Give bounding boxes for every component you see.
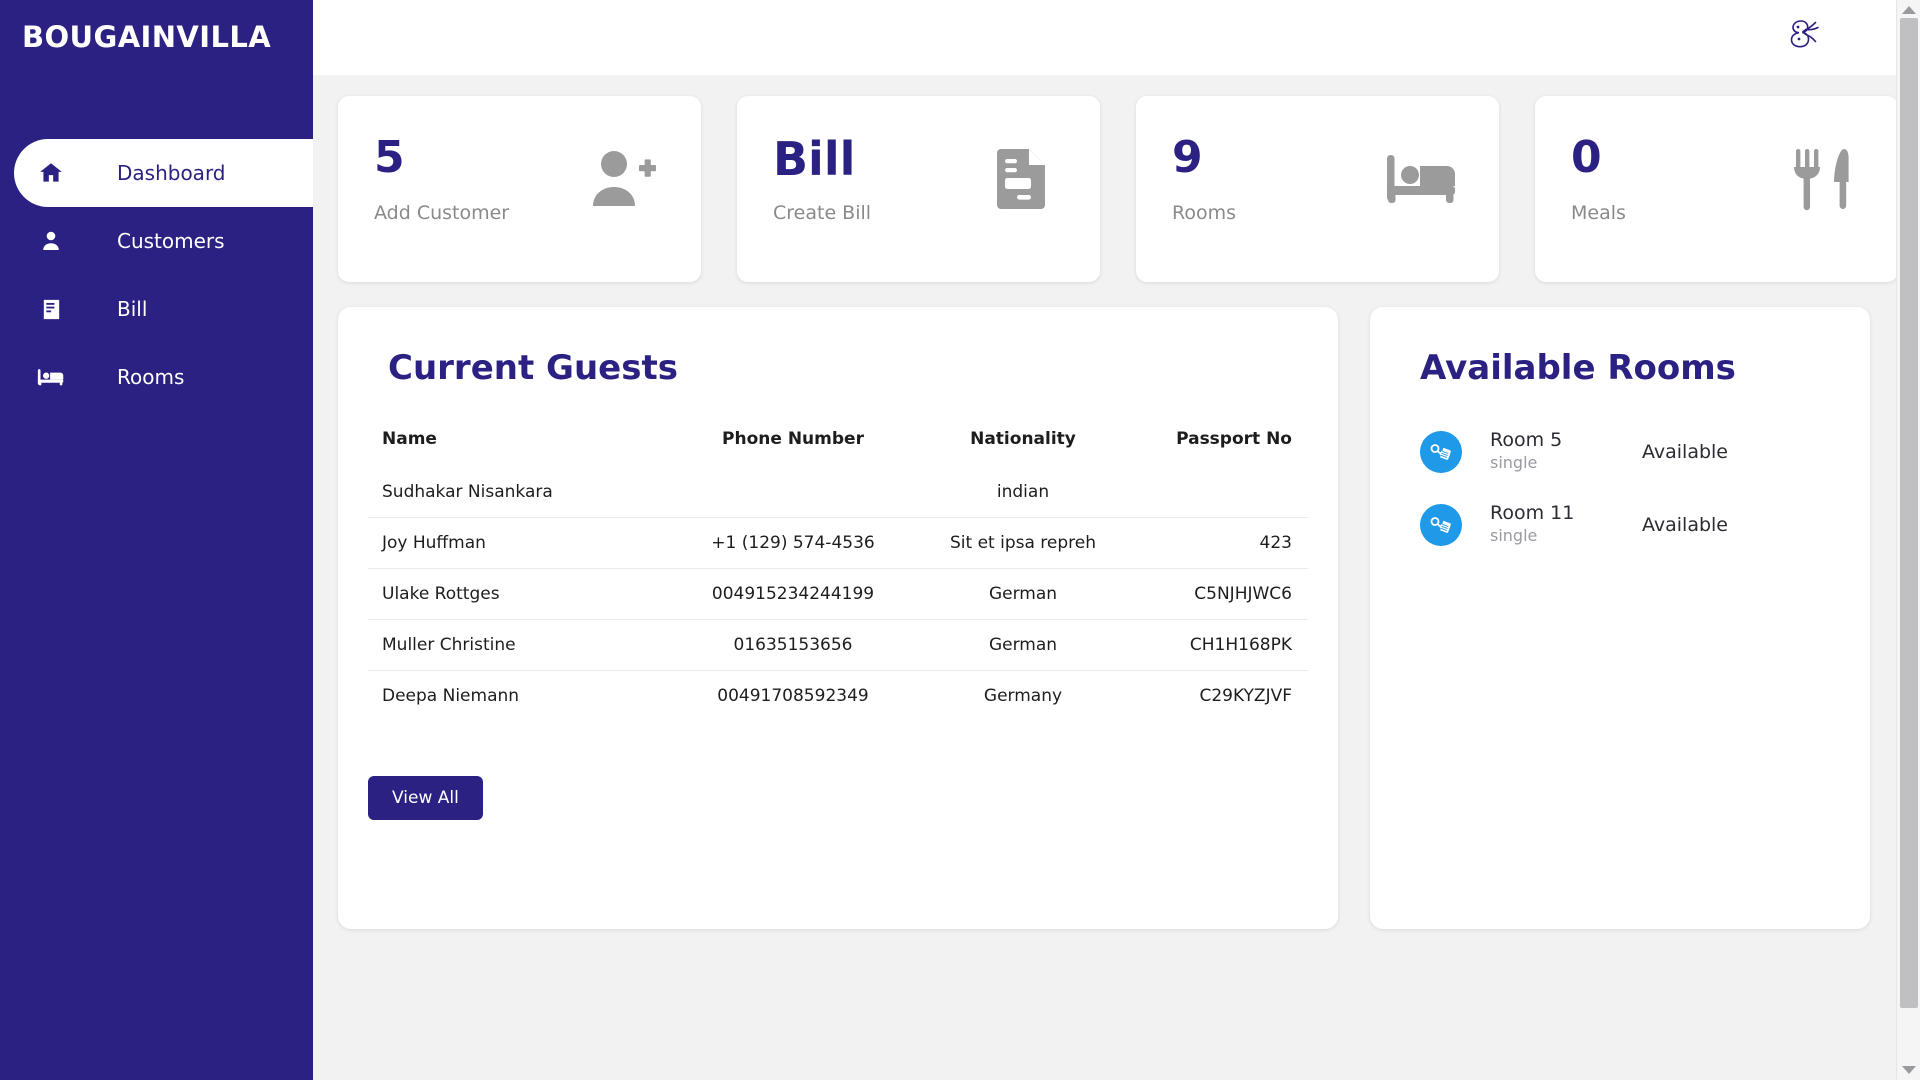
column-header-phone: Phone Number (722, 429, 864, 449)
room-info: Room 11 single (1490, 502, 1642, 547)
sidebar-item-rooms[interactable]: Rooms (0, 343, 313, 411)
stat-value-create-bill: Bill (773, 132, 856, 186)
home-icon (36, 158, 66, 188)
cell-name: Muller Christine (368, 619, 668, 671)
person-icon (36, 226, 66, 256)
sidebar-item-dashboard[interactable]: Dashboard (14, 139, 313, 207)
stat-value-rooms: 9 (1172, 132, 1203, 183)
sidebar-item-customers[interactable]: Customers (0, 207, 313, 275)
stat-value-meals: 0 (1571, 132, 1602, 183)
available-rooms-panel: Available Rooms Room 5 single Available … (1370, 307, 1870, 929)
room-info: Room 5 single (1490, 429, 1642, 474)
sidebar-item-customers-label: Customers (117, 229, 225, 253)
table-row[interactable]: Joy Huffman +1 (129) 574-4536 Sit et ips… (368, 517, 1308, 569)
cell-passport: C5NJHJWC6 (1128, 568, 1308, 620)
room-type: single (1490, 525, 1538, 545)
scroll-down-arrow-icon[interactable] (1902, 1066, 1916, 1074)
stat-card-add-customer[interactable]: 5 Add Customer (338, 96, 701, 282)
panel-row: Current Guests Name Phone Number Nationa… (338, 307, 1898, 929)
room-key-icon (1420, 503, 1462, 546)
stat-value-add-customer: 5 (374, 132, 405, 183)
cell-phone (668, 467, 918, 518)
current-guests-title: Current Guests (388, 348, 678, 388)
table-header-row: Name Phone Number Nationality Passport N… (368, 417, 1308, 467)
cell-phone: 004915234244199 (668, 568, 918, 620)
invoice-document-icon (986, 144, 1060, 214)
cell-nationality: German (918, 619, 1128, 671)
table-row[interactable]: Sudhakar Nisankara indian (368, 467, 1308, 518)
sidebar-item-dashboard-label: Dashboard (117, 161, 226, 185)
cell-phone: +1 (129) 574-4536 (668, 517, 918, 569)
column-header-nationality: Nationality (970, 429, 1076, 449)
available-rooms-list: Room 5 single Available Room 11 single A… (1398, 415, 1842, 561)
room-status-badge: Available (1642, 440, 1729, 463)
dashboard-page: BOUGAINVILLA Dashboard Customers Bill Ro… (0, 0, 1920, 1080)
brand-title: BOUGAINVILLA (22, 20, 272, 54)
cell-passport: 423 (1128, 517, 1308, 569)
main-content: 5 Add Customer Bill Create Bill 9 Rooms … (313, 75, 1920, 1080)
cell-passport: C29KYZJVF (1128, 670, 1308, 721)
stat-label-add-customer: Add Customer (374, 202, 510, 224)
sidebar-item-rooms-label: Rooms (117, 365, 185, 389)
table-row[interactable]: Deepa Niemann 00491708592349 Germany C29… (368, 670, 1308, 721)
person-add-icon (587, 144, 661, 214)
cell-nationality: Germany (918, 670, 1128, 721)
bed-icon (1385, 144, 1459, 214)
list-item[interactable]: Room 11 single Available (1398, 488, 1842, 561)
cell-name: Ulake Rottges (368, 568, 668, 620)
book-icon (36, 294, 66, 324)
cell-nationality: Sit et ipsa repreh (918, 517, 1128, 569)
cell-nationality: indian (996, 482, 1050, 502)
script-monogram-logo-icon (1781, 7, 1837, 63)
room-status-badge: Available (1642, 513, 1729, 536)
stat-label-create-bill: Create Bill (773, 202, 872, 224)
sidebar-nav: Dashboard Customers Bill Rooms (0, 139, 313, 411)
table-row[interactable]: Muller Christine 01635153656 German CH1H… (368, 619, 1308, 671)
cell-nationality: German (918, 568, 1128, 620)
stat-card-row: 5 Add Customer Bill Create Bill 9 Rooms … (338, 96, 1898, 282)
stat-label-rooms: Rooms (1172, 202, 1237, 224)
stat-card-create-bill[interactable]: Bill Create Bill (737, 96, 1100, 282)
bed-icon (36, 362, 66, 392)
cell-phone: 01635153656 (668, 619, 918, 671)
cell-name: Sudhakar Nisankara (382, 482, 553, 502)
list-item[interactable]: Room 5 single Available (1398, 415, 1842, 488)
scrollbar-thumb[interactable] (1900, 18, 1918, 1008)
view-all-button[interactable]: View All (368, 776, 483, 820)
room-type: single (1490, 452, 1538, 472)
column-header-name: Name (382, 429, 437, 449)
stat-card-meals[interactable]: 0 Meals (1535, 96, 1898, 282)
cell-name: Deepa Niemann (368, 670, 668, 721)
stat-label-meals: Meals (1571, 202, 1626, 224)
top-bar (313, 0, 1920, 75)
room-key-icon (1420, 430, 1462, 473)
cell-phone: 00491708592349 (668, 670, 918, 721)
room-name: Room 11 (1490, 502, 1575, 525)
fork-knife-icon (1784, 144, 1858, 214)
stat-card-rooms[interactable]: 9 Rooms (1136, 96, 1499, 282)
guests-table: Name Phone Number Nationality Passport N… (368, 417, 1308, 721)
cell-passport (1128, 467, 1308, 518)
available-rooms-title: Available Rooms (1420, 348, 1736, 388)
scroll-up-arrow-icon[interactable] (1902, 6, 1916, 14)
table-row[interactable]: Ulake Rottges 004915234244199 German C5N… (368, 568, 1308, 620)
cell-name: Joy Huffman (368, 517, 668, 569)
room-name: Room 5 (1490, 429, 1563, 452)
sidebar-item-bill[interactable]: Bill (0, 275, 313, 343)
page-scrollbar[interactable] (1896, 0, 1920, 1080)
current-guests-panel: Current Guests Name Phone Number Nationa… (338, 307, 1338, 929)
sidebar-item-bill-label: Bill (117, 297, 148, 321)
cell-passport: CH1H168PK (1128, 619, 1308, 671)
sidebar: BOUGAINVILLA Dashboard Customers Bill Ro… (0, 0, 313, 1080)
column-header-passport: Passport No (1176, 429, 1292, 449)
